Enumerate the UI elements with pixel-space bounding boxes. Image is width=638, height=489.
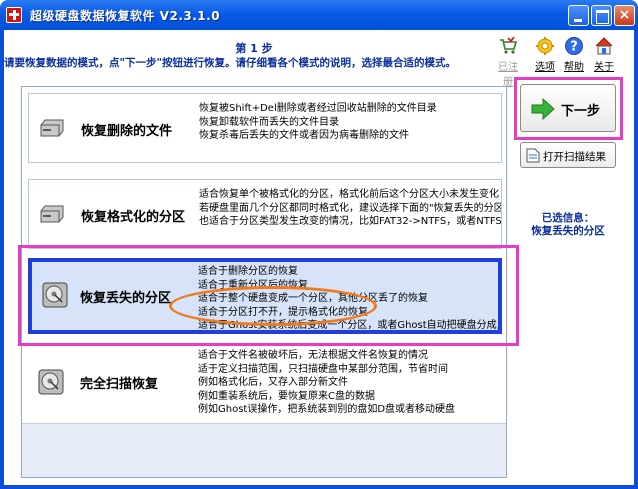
ellipse-annotation xyxy=(169,286,377,326)
close-icon: × xyxy=(618,7,631,23)
title-bar[interactable]: 超级硬盘数据恢复软件 V2.3.1.0 × xyxy=(0,0,638,30)
description-line: 例如重装系统后，要恢复原来C盘的数据 xyxy=(198,390,375,402)
mode-description: 恢复被Shift+Del删除或者经过回收站删除的文件目录 恢复卸载软件而丢失的文… xyxy=(199,102,437,143)
maximize-button[interactable] xyxy=(591,5,612,26)
description-line: 例如格式化后，又存入部分新文件 xyxy=(198,377,348,388)
app-window: 超级硬盘数据恢复软件 V2.3.1.0 × 第 1 步 请要恢复数据的模式，点"… xyxy=(0,0,638,489)
selected-info: 已选信息： 恢复丢失的分区 xyxy=(512,212,624,238)
toolbar-options-label: 选项 xyxy=(535,62,555,73)
step-title: 第 1 步 xyxy=(235,42,273,55)
description-line: 也适合于分区类型发生改变的情况，比如FAT32->NTFS，或者NTFS->F xyxy=(199,216,502,227)
svg-text:?: ? xyxy=(570,40,578,55)
description-line: 恢复被Shift+Del删除或者经过回收站删除的文件目录 xyxy=(199,103,437,114)
home-icon xyxy=(595,37,613,55)
mode-description: 适合恢复单个被格式化的分区，格式化前后这个分区大小未发生变化 若硬盘里面几个分区… xyxy=(199,188,502,229)
toolbar-about[interactable]: 关于 xyxy=(590,36,618,73)
document-icon xyxy=(526,148,540,163)
disk-platter-icon xyxy=(38,369,64,395)
description-line: 适于定义扫描范围，只扫描硬盘中某部分范围，节省时间 xyxy=(198,363,448,375)
toolbar-about-label: 关于 xyxy=(594,62,614,73)
description-line: 若硬盘里面几个分区都同时格式化，建议选择下面的"恢复丢失的分区 xyxy=(199,202,502,214)
description-line: 适合恢复单个被格式化的分区，格式化前后这个分区大小未发生变化 xyxy=(199,189,499,200)
toolbar-help[interactable]: ? 帮助 xyxy=(560,36,588,73)
mode-title: 完全扫描恢复 xyxy=(80,377,159,392)
description-line: 例如Ghost误操作，把系统装到别的盘如D盘或者移动硬盘 xyxy=(198,404,456,415)
mode-description: 适合于文件名被破坏后，无法根据文件名恢复的情况 适于定义扫描范围，只扫描硬盘中某… xyxy=(198,349,455,417)
cart-icon xyxy=(500,36,518,54)
step-instruction: 请要恢复数据的模式，点"下一步"按钮进行恢复。请仔细看各个模式的说明，选择最合适… xyxy=(4,57,456,69)
mode-title: 恢复删除的文件 xyxy=(81,124,173,139)
gear-icon xyxy=(536,37,554,55)
close-button[interactable]: × xyxy=(614,5,635,26)
description-line: 适合于文件名被破坏后，无法根据文件名恢复的情况 xyxy=(198,350,428,361)
mode-option-formatted-partition[interactable]: 恢复格式化的分区 适合恢复单个被格式化的分区，格式化前后这个分区大小未发生变化 … xyxy=(28,179,502,249)
help-icon: ? xyxy=(565,37,583,55)
next-step-label: 下一步 xyxy=(561,104,601,119)
description-line: 恢复杀毒后丢失的文件或者因为病毒删除的文件 xyxy=(199,130,409,141)
toolbar-help-label: 帮助 xyxy=(564,62,584,73)
toolbar-options[interactable]: 选项 xyxy=(531,36,559,73)
selected-info-label: 已选信息： xyxy=(541,212,595,224)
client-area: 第 1 步 请要恢复数据的模式，点"下一步"按钮进行恢复。请仔细看各个模式的说明… xyxy=(4,30,634,485)
minimize-button[interactable] xyxy=(568,5,589,26)
window-title: 超级硬盘数据恢复软件 V2.3.1.0 xyxy=(30,9,221,23)
app-icon xyxy=(6,7,22,23)
selected-info-value: 恢复丢失的分区 xyxy=(531,225,605,237)
open-scan-results-label: 打开扫描结果 xyxy=(543,151,606,163)
open-scan-results-button[interactable]: 打开扫描结果 xyxy=(520,142,616,168)
next-step-button[interactable]: 下一步 xyxy=(520,84,616,132)
arrow-right-icon xyxy=(531,98,555,120)
mode-option-deleted-files[interactable]: 恢复删除的文件 恢复被Shift+Del删除或者经过回收站删除的文件目录 恢复卸… xyxy=(28,93,502,163)
mode-option-full-scan[interactable]: 完全扫描恢复 适合于文件名被破坏后，无法根据文件名恢复的情况 适于定义扫描范围，… xyxy=(28,349,502,419)
mode-title: 恢复格式化的分区 xyxy=(81,210,186,225)
description-line: 恢复卸载软件而丢失的文件目录 xyxy=(199,116,339,128)
hard-disk-icon xyxy=(40,119,64,137)
hard-disk-icon xyxy=(40,205,64,223)
list-bottom-strip xyxy=(22,423,506,477)
